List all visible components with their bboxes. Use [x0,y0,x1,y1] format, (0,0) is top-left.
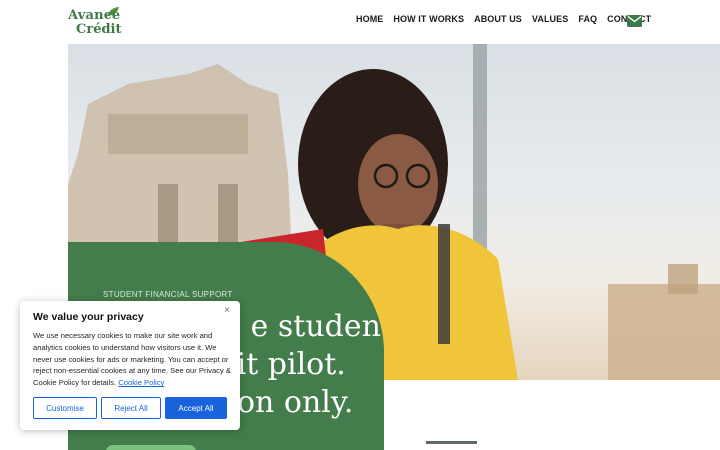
main-nav: HOME HOW IT WORKS ABOUT US VALUES FAQ CO… [356,14,651,24]
accept-all-button[interactable]: Accept All [165,397,227,419]
cookie-policy-link[interactable]: Cookie Policy [118,378,164,387]
nav-home[interactable]: HOME [356,14,383,24]
hero-eyebrow: STUDENT FINANCIAL SUPPORT [103,290,233,299]
cookie-body: We use necessary cookies to make our sit… [33,330,233,389]
nav-about-us[interactable]: ABOUT US [474,14,522,24]
customise-button[interactable]: Customise [33,397,97,419]
hero-cta-button[interactable] [106,445,196,450]
brand-name-line2: Crédit [76,22,122,37]
nav-values[interactable]: VALUES [532,14,568,24]
cookie-consent-dialog: × We value your privacy We use necessary… [20,301,240,430]
reject-all-button[interactable]: Reject All [101,397,161,419]
brand-logo[interactable]: Avance Crédit [68,7,122,38]
envelope-icon[interactable] [627,15,642,27]
nav-faq[interactable]: FAQ [578,14,597,24]
section-divider [426,441,477,444]
nav-how-it-works[interactable]: HOW IT WORKS [393,14,464,24]
brand-name-line1: Avance [68,8,121,23]
close-icon[interactable]: × [224,305,230,316]
site-header: Avance Crédit HOME HOW IT WORKS ABOUT US… [0,0,720,44]
cookie-title: We value your privacy [33,311,144,323]
